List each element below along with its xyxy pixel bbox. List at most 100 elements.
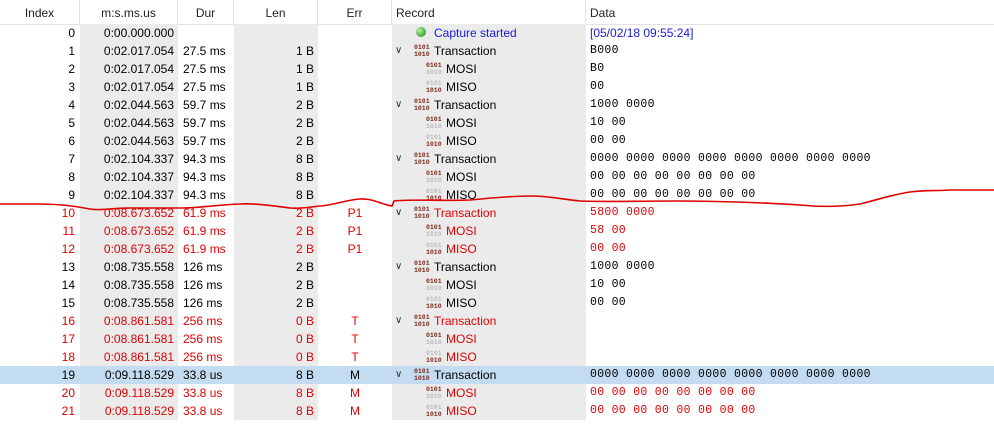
row-index: 0 — [68, 26, 75, 40]
table-row[interactable]: 14 0:08.735.558 126 ms 2 B 0101 1010 MOSI 10 00 — [0, 276, 994, 294]
chevron-down-icon[interactable]: ∨ — [395, 150, 402, 168]
table-row[interactable]: 17 0:08.861.581 256 ms 0 B T 0101 1010 MOSI — [0, 330, 994, 348]
table-row[interactable]: 15 0:08.735.558 126 ms 2 B 0101 1010 MISO 00 00 — [0, 294, 994, 312]
row-index: 3 — [68, 80, 75, 94]
record-label: MISO — [446, 404, 477, 418]
row-record[interactable]: 0101 1010 MISO — [392, 132, 586, 150]
row-index: 18 — [61, 350, 75, 364]
table-row[interactable]: 10 0:08.673.652 61.9 ms 2 B P1 ∨ 0101 1010 Trans… — [0, 204, 994, 222]
row-index: 10 — [61, 206, 75, 220]
column-header-index[interactable]: Index — [0, 0, 80, 24]
row-length: 2 B — [234, 258, 318, 276]
chevron-down-icon[interactable]: ∨ — [395, 96, 402, 114]
column-header-len[interactable]: Len — [234, 0, 318, 24]
row-error-code — [318, 276, 392, 294]
table-row[interactable]: 1 0:02.017.054 27.5 ms 1 B ∨ 0101 1010 Transact… — [0, 42, 994, 60]
row-record[interactable]: 0101 1010 MISO — [392, 186, 586, 204]
row-record[interactable]: ∨ 0101 1010 Transaction — [392, 204, 586, 222]
record-label: Transaction — [434, 98, 497, 112]
row-record[interactable]: ∨ 0101 1010 Transaction — [392, 258, 586, 276]
row-timestamp: 0:08.673.652 — [80, 204, 178, 222]
row-data: 0000 0000 0000 0000 0000 0000 0000 0000 — [590, 152, 871, 165]
chevron-down-icon[interactable]: ∨ — [395, 258, 402, 276]
binary-packet-icon: 0101 1010 — [426, 350, 442, 364]
row-length: 8 B — [234, 384, 318, 402]
row-record[interactable]: ∨ 0101 1010 Transaction — [392, 312, 586, 330]
row-error-code: P1 — [347, 206, 363, 220]
table-row[interactable]: 21 0:09.118.529 33.8 us 8 B M 0101 1010 MISO 00 … — [0, 402, 994, 420]
table-row[interactable]: 6 0:02.044.563 59.7 ms 2 B 0101 1010 MISO 00 00 — [0, 132, 994, 150]
row-error-code — [318, 258, 392, 276]
column-header-dur[interactable]: Dur — [178, 0, 234, 24]
table-row[interactable]: 11 0:08.673.652 61.9 ms 2 B P1 0101 1010 MOSI 58… — [0, 222, 994, 240]
row-record[interactable]: 0101 1010 MOSI — [392, 330, 586, 348]
row-record[interactable]: 0101 1010 MOSI — [392, 384, 586, 402]
row-record[interactable]: 0101 1010 MISO — [392, 78, 586, 96]
row-index: 15 — [61, 296, 75, 310]
table-row[interactable]: 3 0:02.017.054 27.5 ms 1 B 0101 1010 MISO 00 — [0, 78, 994, 96]
row-index: 20 — [61, 386, 75, 400]
record-label: MOSI — [446, 386, 477, 400]
table-row[interactable]: 16 0:08.861.581 256 ms 0 B T ∨ 0101 1010 Transac… — [0, 312, 994, 330]
row-record[interactable]: ∨ 0101 1010 Transaction — [392, 150, 586, 168]
row-record[interactable]: ∨ 0101 1010 Transaction — [392, 366, 586, 384]
column-header-data[interactable]: Data — [586, 0, 994, 24]
row-error-code — [318, 294, 392, 312]
binary-packet-icon: 0101 1010 — [426, 278, 442, 292]
row-length: 1 B — [234, 60, 318, 78]
table-row[interactable]: 18 0:08.861.581 256 ms 0 B T 0101 1010 MISO — [0, 348, 994, 366]
row-error-code: T — [351, 332, 359, 346]
table-row[interactable]: 19 0:09.118.529 33.8 us 8 B M ∨ 0101 1010 Transa… — [0, 366, 994, 384]
row-length: 2 B — [234, 222, 318, 240]
row-record[interactable]: Capture started — [392, 24, 586, 42]
row-index: 17 — [61, 332, 75, 346]
row-record[interactable]: 0101 1010 MOSI — [392, 276, 586, 294]
row-record[interactable]: 0101 1010 MOSI — [392, 114, 586, 132]
row-length: 0 B — [234, 330, 318, 348]
table-row[interactable]: 2 0:02.017.054 27.5 ms 1 B 0101 1010 MOSI B0 — [0, 60, 994, 78]
row-index: 13 — [61, 260, 75, 274]
row-error-code — [318, 132, 392, 150]
table-row[interactable]: 8 0:02.104.337 94.3 ms 8 B 0101 1010 MOSI 00 00… — [0, 168, 994, 186]
table-row[interactable]: 7 0:02.104.337 94.3 ms 8 B ∨ 0101 1010 Transact… — [0, 150, 994, 168]
row-data: 10 00 — [590, 116, 627, 129]
row-index: 16 — [61, 314, 75, 328]
row-length: 8 B — [234, 402, 318, 420]
row-duration: 126 ms — [183, 278, 223, 292]
row-record[interactable]: 0101 1010 MOSI — [392, 222, 586, 240]
table-row[interactable]: 20 0:09.118.529 33.8 us 8 B M 0101 1010 MOSI 00 … — [0, 384, 994, 402]
row-record[interactable]: 0101 1010 MISO — [392, 294, 586, 312]
record-table: 0 0:00.000.000 Capture started [05/02/18 09… — [0, 24, 994, 420]
row-index: 21 — [61, 404, 75, 418]
row-record[interactable]: ∨ 0101 1010 Transaction — [392, 42, 586, 60]
row-record[interactable]: ∨ 0101 1010 Transaction — [392, 96, 586, 114]
row-duration: 256 ms — [183, 332, 223, 346]
table-row[interactable]: 13 0:08.735.558 126 ms 2 B ∨ 0101 1010 Transact… — [0, 258, 994, 276]
chevron-down-icon[interactable]: ∨ — [395, 312, 402, 330]
row-data: 00 00 — [590, 134, 627, 147]
row-record[interactable]: 0101 1010 MISO — [392, 348, 586, 366]
row-record[interactable]: 0101 1010 MISO — [392, 240, 586, 258]
record-label: MOSI — [446, 278, 477, 292]
chevron-down-icon[interactable]: ∨ — [395, 42, 402, 60]
row-record[interactable]: 0101 1010 MOSI — [392, 60, 586, 78]
table-row[interactable]: 9 0:02.104.337 94.3 ms 8 B 0101 1010 MISO 00 00… — [0, 186, 994, 204]
record-label: Transaction — [434, 314, 497, 328]
row-data — [590, 348, 994, 366]
row-error-code — [318, 168, 392, 186]
row-record[interactable]: 0101 1010 MISO — [392, 402, 586, 420]
column-header-time[interactable]: m:s.ms.us — [80, 0, 178, 24]
row-index: 14 — [61, 278, 75, 292]
table-row[interactable]: 4 0:02.044.563 59.7 ms 2 B ∨ 0101 1010 Transact… — [0, 96, 994, 114]
row-error-code — [318, 24, 392, 42]
chevron-down-icon[interactable]: ∨ — [395, 366, 402, 384]
row-duration: 59.7 ms — [183, 98, 226, 112]
chevron-down-icon[interactable]: ∨ — [395, 204, 402, 222]
column-header-err[interactable]: Err — [318, 0, 392, 24]
row-error-code — [318, 96, 392, 114]
table-row[interactable]: 5 0:02.044.563 59.7 ms 2 B 0101 1010 MOSI 10 00 — [0, 114, 994, 132]
row-record[interactable]: 0101 1010 MOSI — [392, 168, 586, 186]
table-row[interactable]: 0 0:00.000.000 Capture started [05/02/18 09… — [0, 24, 994, 42]
column-header-record[interactable]: Record — [392, 0, 586, 24]
table-row[interactable]: 12 0:08.673.652 61.9 ms 2 B P1 0101 1010 MISO 00… — [0, 240, 994, 258]
